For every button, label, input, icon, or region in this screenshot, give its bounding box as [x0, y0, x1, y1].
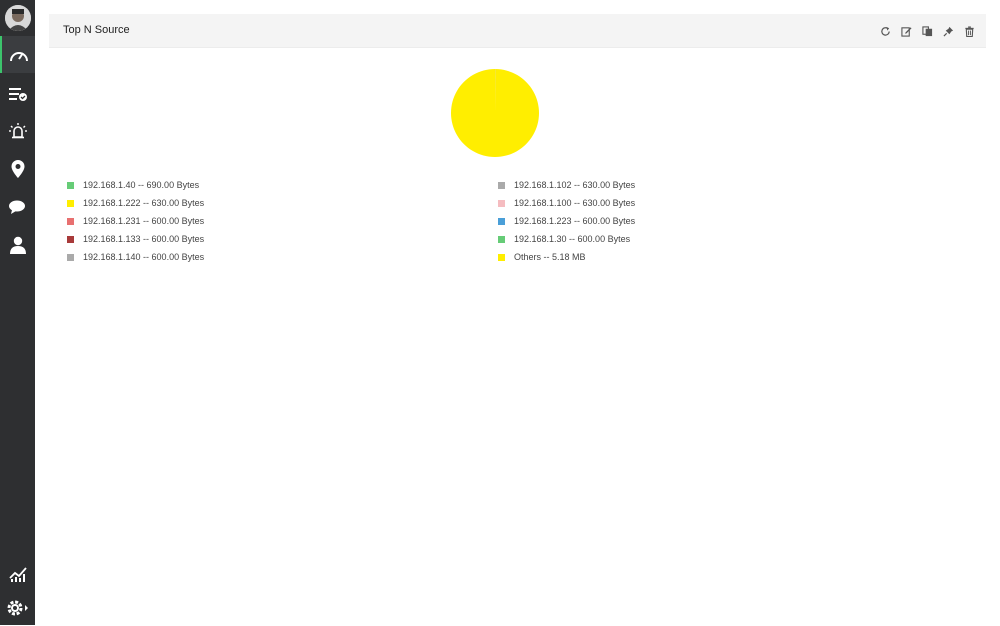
legend-item[interactable]: 192.168.1.102 -- 630.00 Bytes: [498, 176, 635, 194]
chat-icon: [8, 199, 28, 215]
nav-inventory[interactable]: [0, 75, 35, 112]
legend-swatch: [498, 236, 505, 243]
pie-chart-svg: [450, 68, 540, 158]
legend-label: 192.168.1.223 -- 600.00 Bytes: [514, 216, 635, 226]
legend-swatch: [498, 182, 505, 189]
user-icon: [9, 236, 27, 254]
legend-item[interactable]: 192.168.1.133 -- 600.00 Bytes: [67, 230, 204, 248]
delete-icon[interactable]: [962, 24, 976, 38]
alarm-icon: [8, 122, 28, 140]
legend-label: 192.168.1.222 -- 630.00 Bytes: [83, 198, 204, 208]
legend-right: 192.168.1.102 -- 630.00 Bytes 192.168.1.1…: [498, 176, 635, 266]
legend-label: 192.168.1.102 -- 630.00 Bytes: [514, 180, 635, 190]
sidebar: [0, 0, 35, 625]
legend-swatch: [498, 254, 505, 261]
legend-item[interactable]: 192.168.1.30 -- 600.00 Bytes: [498, 230, 635, 248]
dashboard-icon: [9, 47, 29, 63]
map-icon: [11, 160, 25, 178]
legend-label: 192.168.1.231 -- 600.00 Bytes: [83, 216, 204, 226]
inventory-icon: [8, 86, 28, 102]
reports-icon: [9, 566, 27, 582]
legend-swatch: [498, 218, 505, 225]
nav-reports[interactable]: [0, 555, 35, 592]
legend-label: 192.168.1.30 -- 600.00 Bytes: [514, 234, 630, 244]
edit-icon[interactable]: [899, 24, 913, 38]
legend-item[interactable]: 192.168.1.100 -- 630.00 Bytes: [498, 194, 635, 212]
legend-item[interactable]: 192.168.1.140 -- 600.00 Bytes: [67, 248, 204, 266]
legend-swatch: [67, 254, 74, 261]
legend-item[interactable]: 192.168.1.223 -- 600.00 Bytes: [498, 212, 635, 230]
pie-chart: [450, 68, 540, 158]
legend-label: 192.168.1.40 -- 690.00 Bytes: [83, 180, 199, 190]
legend-swatch: [498, 200, 505, 207]
legend-label: 192.168.1.140 -- 600.00 Bytes: [83, 252, 204, 262]
widget-actions: [878, 24, 976, 38]
legend-swatch: [67, 182, 74, 189]
user-avatar[interactable]: [5, 5, 31, 31]
legend-label: Others -- 5.18 MB: [514, 252, 586, 262]
widget-header: Top N Source: [49, 14, 986, 48]
legend-left: 192.168.1.40 -- 690.00 Bytes 192.168.1.22…: [67, 176, 204, 266]
pin-icon[interactable]: [941, 24, 955, 38]
nav-alarms[interactable]: [0, 112, 35, 149]
widget-title: Top N Source: [63, 24, 130, 36]
nav-user[interactable]: [0, 226, 35, 263]
legend-item[interactable]: 192.168.1.40 -- 690.00 Bytes: [67, 176, 204, 194]
nav-settings[interactable]: [0, 589, 35, 626]
legend-item[interactable]: 192.168.1.231 -- 600.00 Bytes: [67, 212, 204, 230]
legend-label: 192.168.1.133 -- 600.00 Bytes: [83, 234, 204, 244]
pie-slice-9[interactable]: [451, 69, 539, 157]
nav-chat[interactable]: [0, 188, 35, 225]
legend-swatch: [67, 200, 74, 207]
legend-item[interactable]: 192.168.1.222 -- 630.00 Bytes: [67, 194, 204, 212]
nav-map[interactable]: [0, 150, 35, 187]
copy-icon[interactable]: [920, 24, 934, 38]
settings-icon: [6, 598, 30, 618]
legend-swatch: [67, 236, 74, 243]
legend-item[interactable]: Others -- 5.18 MB: [498, 248, 635, 266]
refresh-icon[interactable]: [878, 24, 892, 38]
legend-swatch: [67, 218, 74, 225]
nav-dashboard[interactable]: [0, 36, 35, 73]
legend-label: 192.168.1.100 -- 630.00 Bytes: [514, 198, 635, 208]
